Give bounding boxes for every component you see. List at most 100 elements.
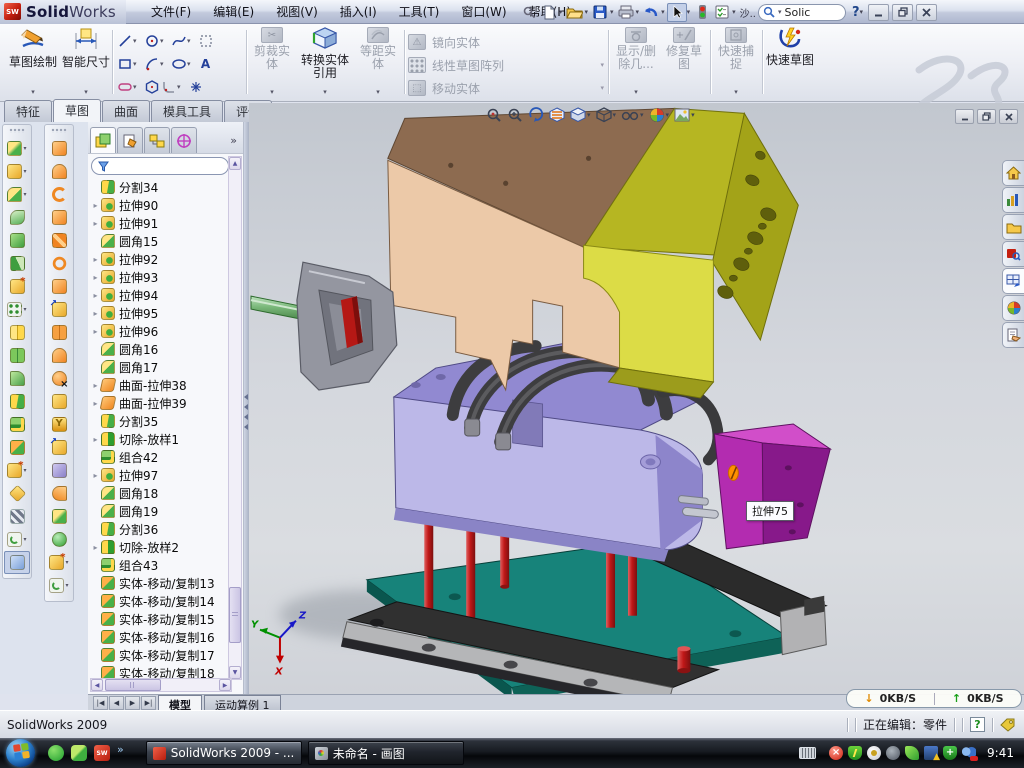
menu-item[interactable]: 工具(T) [388, 0, 451, 24]
scroll-right-button[interactable]: ▶ [219, 679, 231, 691]
solidworks-resources-tab[interactable] [1002, 160, 1024, 186]
surface-toolbar-button[interactable]: ▾ [46, 367, 72, 390]
toolbar-overflow-label[interactable]: 沙.. [740, 5, 756, 20]
feature-toolbar-button[interactable]: ▾ [4, 137, 30, 160]
dropdown-arrow-icon[interactable]: ▾ [559, 8, 563, 16]
toolbar-grip-handle[interactable] [9, 128, 25, 133]
document-tab[interactable]: 模型 [158, 695, 202, 710]
feature-tree-item[interactable]: ▸ 分割35 [90, 412, 230, 430]
dropdown-arrow-icon[interactable]: ▾ [187, 37, 197, 45]
quicklaunch-solidworks-icon[interactable]: SW [94, 745, 110, 761]
feature-tree-item[interactable]: ▸ 拉伸97 [90, 466, 230, 484]
dropdown-arrow-icon[interactable]: ▾ [133, 83, 143, 91]
surface-toolbar-button[interactable]: ▾ [46, 229, 72, 252]
feature-tree-item[interactable]: ▸ 组合43 [90, 556, 230, 574]
feature-tree-item[interactable]: ▸ 圆角16 [90, 340, 230, 358]
command-tab[interactable]: 曲面 [102, 100, 150, 123]
tag-icon[interactable] [1000, 718, 1016, 732]
apply-scene-button[interactable]: ▾ [673, 107, 696, 123]
feature-tree-item[interactable]: ▸ 分割36 [90, 520, 230, 538]
quicklaunch-chevron-icon[interactable]: » [117, 743, 124, 756]
zoom-to-fit-button[interactable] [485, 106, 503, 124]
rapid-sketch-button[interactable]: 快速草图 [766, 27, 814, 99]
tray-icon[interactable] [962, 746, 976, 760]
expand-arrow-icon[interactable]: ▸ [90, 291, 101, 300]
display-style-button[interactable]: ▾ [569, 106, 592, 124]
section-view-button[interactable] [548, 106, 566, 124]
expand-arrow-icon[interactable]: ▸ [90, 543, 101, 552]
feature-tree-item[interactable]: ▸ 实体-移动/复制14 [90, 592, 230, 610]
taskbar-task-button[interactable]: SolidWorks 2009 - ... [146, 741, 302, 765]
dropdown-arrow-icon[interactable]: ▾ [133, 37, 143, 45]
spline-tool-icon[interactable] [170, 32, 187, 49]
feature-tree-item[interactable]: ▸ 拉伸95 [90, 304, 230, 322]
menu-item[interactable]: 插入(I) [329, 0, 388, 24]
feature-toolbar-button[interactable]: ▾ [4, 252, 30, 275]
rectangle-tool-icon[interactable] [116, 55, 133, 72]
expand-arrow-icon[interactable]: ▸ [90, 471, 101, 480]
close-button[interactable] [999, 109, 1018, 124]
next-tab-button[interactable]: ▶ [125, 696, 140, 710]
surface-toolbar-button[interactable]: ▾ [46, 436, 72, 459]
feature-toolbar-button[interactable]: ▾ [4, 344, 30, 367]
dropdown-arrow-icon[interactable]: ▾ [636, 8, 640, 16]
tray-icon[interactable] [905, 746, 919, 760]
menu-item[interactable]: 窗口(W) [450, 0, 517, 24]
minimize-button[interactable] [955, 109, 974, 124]
feature-tree-item[interactable]: ▸ 切除-放样2 [90, 538, 230, 556]
tray-icon[interactable] [886, 746, 900, 760]
configurationmanager-tab[interactable] [144, 127, 170, 153]
feature-tree-item[interactable]: ▸ 组合42 [90, 448, 230, 466]
rebuild-traffic-light-icon[interactable] [692, 3, 712, 22]
toolbar-grip-handle[interactable] [51, 128, 67, 133]
surface-toolbar-button[interactable]: ▾ [46, 459, 72, 482]
last-tab-button[interactable]: ▶| [141, 696, 156, 710]
expand-arrow-icon[interactable]: ▸ [90, 201, 101, 210]
feature-toolbar-button[interactable]: ▾ [4, 528, 30, 551]
expand-arrow-icon[interactable]: ▸ [90, 327, 101, 336]
file-explorer-tab[interactable] [1002, 214, 1024, 240]
custom-properties-tab[interactable] [1002, 322, 1024, 348]
appearances-scenes-tab[interactable] [1002, 295, 1024, 321]
first-tab-button[interactable]: |◀ [93, 696, 108, 710]
dropdown-arrow-icon[interactable]: ▾ [585, 8, 589, 16]
open-document-button[interactable] [565, 3, 585, 22]
feature-toolbar-button[interactable]: ▾ [4, 551, 30, 574]
tray-icon[interactable] [848, 746, 862, 760]
graphics-viewport[interactable]: Y Z X ▾ ▾ ▾ ▾ ▾ [249, 103, 1024, 694]
feature-toolbar-button[interactable]: ▾ [4, 482, 30, 505]
surface-toolbar-button[interactable]: ▾ [46, 183, 72, 206]
command-tab[interactable]: 模具工具 [151, 100, 223, 123]
print-button[interactable] [616, 3, 636, 22]
save-button[interactable] [590, 3, 610, 22]
hide-show-items-button[interactable]: ▾ [620, 107, 645, 123]
feature-tree-item[interactable]: ▸ 拉伸93 [90, 268, 230, 286]
sketch-button[interactable]: 草图绘制 ▾ [6, 27, 60, 99]
surface-toolbar-button[interactable]: ▾ [46, 298, 72, 321]
restore-button[interactable] [977, 109, 996, 124]
document-tab[interactable]: 运动算例 1 [204, 695, 281, 710]
text-tool-icon[interactable]: A [197, 55, 214, 72]
dropdown-arrow-icon[interactable]: ▾ [177, 83, 187, 91]
feature-toolbar-button[interactable]: ▾ [4, 367, 30, 390]
expand-arrow-icon[interactable]: ▸ [90, 435, 101, 444]
menu-item[interactable]: 视图(V) [265, 0, 329, 24]
feature-toolbar-button[interactable]: ▾ [4, 459, 30, 482]
expand-arrow-icon[interactable]: ▸ [90, 255, 101, 264]
feature-toolbar-button[interactable]: ▾ [4, 160, 30, 183]
feature-toolbar-button[interactable]: ▾ [4, 183, 30, 206]
rotate-view-button[interactable] [527, 106, 545, 124]
tray-icon[interactable] [867, 746, 881, 760]
feature-tree-item[interactable]: ▸ 曲面-拉伸38 [90, 376, 230, 394]
line-tool-icon[interactable] [116, 32, 133, 49]
new-document-button[interactable] [539, 3, 559, 22]
menu-item[interactable]: 编辑(E) [202, 0, 265, 24]
dropdown-arrow-icon[interactable]: ▾ [133, 60, 143, 68]
feature-toolbar-button[interactable]: ▾ [4, 229, 30, 252]
tray-icon[interactable] [943, 746, 957, 760]
ellipse-tool-icon[interactable] [170, 55, 187, 72]
feature-tree-item[interactable]: ▸ 圆角19 [90, 502, 230, 520]
smart-dimension-button[interactable]: 智能尺寸 ▾ [62, 27, 110, 99]
feature-toolbar-button[interactable]: ▾ [4, 390, 30, 413]
dimxpertmanager-tab[interactable] [171, 127, 197, 153]
